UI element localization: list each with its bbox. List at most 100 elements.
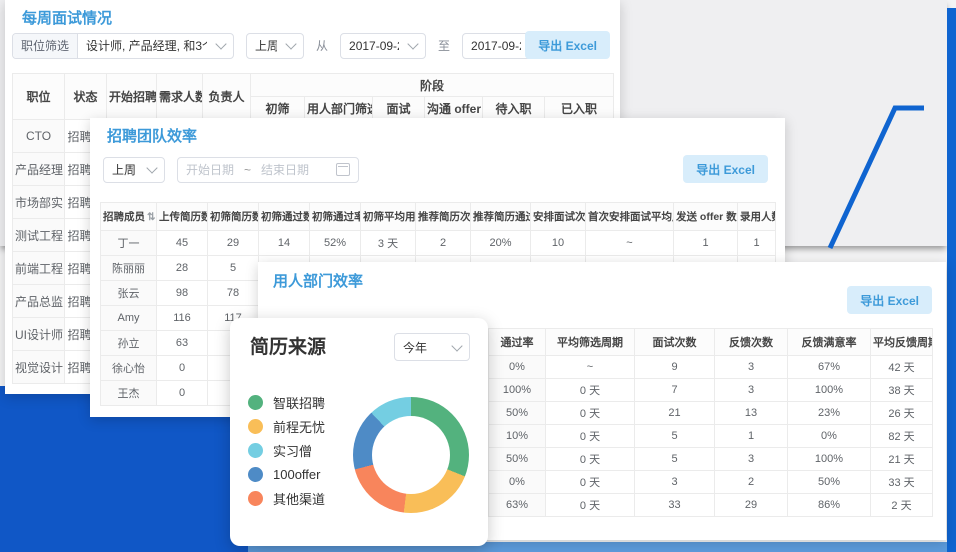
table-cell: 10% [489, 425, 546, 448]
table-cell: 50% [489, 448, 546, 471]
legend-item[interactable]: 其他渠道 [248, 490, 325, 506]
table-cell: 26 天 [871, 402, 933, 425]
weekly-period-select[interactable]: 上周 [246, 33, 304, 59]
table-cell: 5 [635, 425, 715, 448]
export-excel-button[interactable]: 导出 Excel [847, 286, 932, 314]
table-cell: 王杰 [101, 381, 157, 406]
column-header: 平均反馈周期 [871, 329, 933, 356]
table-cell: 29 [208, 231, 259, 256]
table-cell: 3 [715, 356, 788, 379]
column-header: 上传简历数 [157, 203, 208, 231]
table-cell: 42 天 [871, 356, 933, 379]
table-cell: 2 [715, 471, 788, 494]
export-excel-button[interactable]: 导出 Excel [525, 31, 610, 59]
from-label: 从 [316, 37, 328, 54]
table-cell: 116 [157, 306, 208, 331]
column-header: 平均筛选周期 [546, 329, 635, 356]
department-efficiency-table: 通过率平均筛选周期面试次数反馈次数反馈满意率平均反馈周期0%~9367%42 天… [488, 328, 933, 517]
dashboard-page: 每周面试情况 职位筛选 设计师, 产品经理, 和3个其他职位 上周 从 2017… [0, 0, 956, 552]
table-cell: 5 [208, 256, 259, 281]
chevron-down-icon [146, 162, 157, 173]
table-cell: 2 天 [871, 494, 933, 517]
source-period-select[interactable]: 今年 [394, 333, 470, 361]
table-cell: 产品总监 [13, 285, 65, 318]
column-header: 状态 [65, 74, 107, 120]
table-cell: 0 [157, 356, 208, 381]
table-cell: 0 天 [546, 471, 635, 494]
column-header: 初筛通过率 [310, 203, 361, 231]
legend-dot-icon [248, 443, 263, 458]
table-cell: 7 [635, 379, 715, 402]
table-cell: 100% [788, 448, 871, 471]
table-cell: 前端工程师 [13, 252, 65, 285]
end-date-placeholder: 结束日期 [261, 161, 309, 178]
table-cell: 9 [635, 356, 715, 379]
column-header: 面试次数 [635, 329, 715, 356]
table-cell: 丁一 [101, 231, 157, 256]
resume-source-card: 简历来源 今年 智联招聘前程无忧实习僧100offer其他渠道 [230, 318, 488, 546]
table-cell: 38 天 [871, 379, 933, 402]
table-cell: 0% [489, 356, 546, 379]
table-cell: 67% [788, 356, 871, 379]
legend-label: 100offer [273, 467, 320, 482]
table-cell: 1 [738, 231, 776, 256]
table-cell: 0 天 [546, 379, 635, 402]
column-header-sortable[interactable]: 招聘成员⇅ [101, 203, 157, 231]
legend-item[interactable]: 智联招聘 [248, 394, 325, 410]
column-header: 通过率 [489, 329, 546, 356]
legend-item[interactable]: 前程无忧 [248, 418, 325, 434]
start-date-select[interactable]: 2017-09-20 [340, 33, 426, 59]
table-cell: 测试工程师 [13, 219, 65, 252]
position-filter-select[interactable]: 职位筛选 设计师, 产品经理, 和3个其他职位 [12, 33, 234, 59]
column-header: 反馈次数 [715, 329, 788, 356]
chevron-down-icon [407, 38, 418, 49]
export-excel-button[interactable]: 导出 Excel [683, 155, 768, 183]
table-cell: 0 天 [546, 402, 635, 425]
legend-item[interactable]: 100offer [248, 466, 325, 482]
date-range-picker[interactable]: 开始日期 ~ 结束日期 [177, 157, 359, 183]
table-cell: Amy [101, 306, 157, 331]
table-cell: 21 天 [871, 448, 933, 471]
table-row: 50%0 天53100%21 天 [489, 448, 933, 471]
table-cell: ~ [546, 356, 635, 379]
stage-column-header: 待入职 [483, 97, 545, 120]
table-cell: 2 [416, 231, 471, 256]
table-cell: 13 [715, 402, 788, 425]
table-row: 63%0 天332986%2 天 [489, 494, 933, 517]
table-cell: CTO [13, 120, 65, 153]
column-header: 初筛简历数 [208, 203, 259, 231]
chevron-down-icon [285, 38, 296, 49]
legend-dot-icon [248, 491, 263, 506]
sort-icon[interactable]: ⇅ [147, 212, 155, 223]
table-cell: 视觉设计师 [13, 351, 65, 384]
decorative-line-chart-icon [822, 98, 932, 254]
legend-dot-icon [248, 467, 263, 482]
column-header: 录用人数 [738, 203, 776, 231]
table-cell: 45 [157, 231, 208, 256]
table-cell: 10 [531, 231, 586, 256]
table-cell: 0 天 [546, 494, 635, 517]
table-header-row: 职位状态开始招聘时间需求人数负责人阶段 [13, 74, 614, 97]
table-cell: 张云 [101, 281, 157, 306]
legend-item[interactable]: 实习僧 [248, 442, 325, 458]
table-row: 50%0 天211323%26 天 [489, 402, 933, 425]
team-period-select[interactable]: 上周 [103, 157, 165, 183]
column-header: 负责人 [203, 74, 251, 120]
to-label: 至 [438, 37, 450, 54]
stage-column-header: 沟通 offer [425, 97, 483, 120]
table-cell: 100% [489, 379, 546, 402]
column-header: 需求人数 [157, 74, 203, 120]
table-cell: 5 [635, 448, 715, 471]
table-cell: 陈丽丽 [101, 256, 157, 281]
table-cell: 33 [635, 494, 715, 517]
range-separator: ~ [244, 163, 251, 177]
chevron-down-icon [451, 340, 462, 351]
column-header: 推荐简历次数 [416, 203, 471, 231]
legend-label: 智联招聘 [273, 393, 325, 412]
table-row: 丁一45291452%3 天220%10~11 [101, 231, 776, 256]
table-cell: 78 [208, 281, 259, 306]
chart-legend: 智联招聘前程无忧实习僧 100offer 其他渠道 [248, 394, 325, 514]
table-cell: 50% [489, 402, 546, 425]
column-header: 开始招聘时间 [107, 74, 157, 120]
table-cell: 33 天 [871, 471, 933, 494]
